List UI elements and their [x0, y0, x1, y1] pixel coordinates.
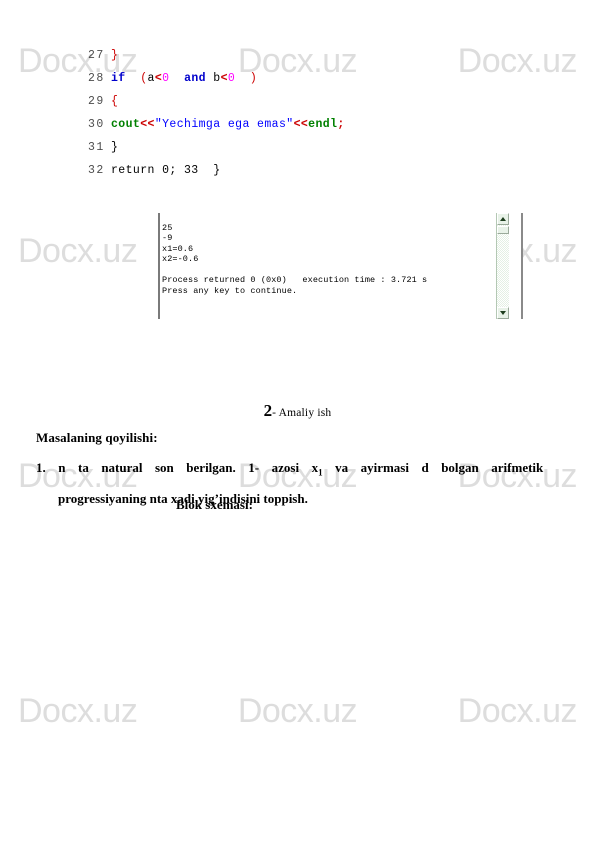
code-token: "Yechimga ega emas"	[154, 118, 294, 131]
problem-statement-line-2: progressiyaning nta xadi yig’indisini to…	[58, 490, 308, 506]
scrollbar-thumb[interactable]	[497, 226, 509, 234]
problem-statement: 1. n ta natural son berilgan. 1- azosi x1 va ayirm…	[36, 455, 556, 512]
console-output-text: 25 -9 x1=0.6 x2=-0.6 Process returned 0 …	[162, 222, 428, 296]
code-line: 31}	[0, 136, 595, 159]
code-token: b	[213, 72, 221, 85]
code-listing: 27} 28 if (a<0 and b<0 ) 29{30 cout<<"Yechim…	[0, 44, 595, 182]
code-line-content: cout<<"Yechimga ega emas"<<endl;	[88, 113, 345, 136]
problem-statement-line-1: 1. n ta natural son berilgan. 1- azosi x1 va ayirm…	[36, 455, 556, 486]
problem-word: 1-	[248, 460, 260, 475]
problem-word: son	[155, 460, 174, 475]
code-line: 30 cout<<"Yechimga ega emas"<<endl;	[0, 113, 595, 136]
triangle-up-icon	[500, 217, 506, 221]
section-subtitle: Masalaning qoyilishi:	[36, 430, 158, 445]
problem-word: ta	[77, 460, 89, 475]
code-token: <<	[140, 118, 155, 131]
code-token: }	[111, 141, 119, 154]
code-line-content: if (a<0 and b<0 )	[88, 67, 257, 90]
code-token: a	[147, 72, 155, 85]
code-line: 32 return 0; 33 }	[0, 159, 595, 182]
code-line-number: 30	[88, 118, 105, 131]
code-token: if	[111, 72, 126, 85]
code-line-content: {	[88, 90, 118, 113]
problem-word: arifmetik	[491, 460, 544, 475]
code-token: cout	[111, 118, 141, 131]
document-page: 27} 28 if (a<0 and b<0 ) 29{30 cout<<"Yechim…	[0, 0, 595, 842]
code-line-content: }	[88, 44, 118, 67]
problem-word: va	[335, 460, 349, 475]
console-left-border	[158, 213, 160, 319]
code-line-number: 29	[88, 95, 105, 108]
code-line-content: }	[88, 136, 118, 159]
code-token: and	[184, 72, 206, 85]
page-title: 2- Amaliy ish	[0, 402, 595, 420]
code-token: endl	[308, 118, 338, 131]
problem-word: berilgan.	[186, 460, 236, 475]
code-token: ;	[337, 118, 345, 131]
code-token: }	[111, 49, 119, 62]
problem-word: azosi	[271, 460, 300, 475]
problem-word: x1	[311, 460, 323, 478]
code-line-number: 27	[88, 49, 105, 62]
problem-word: n	[58, 460, 66, 475]
problem-word: ayirmasi	[360, 460, 409, 475]
problem-word: bolgan	[441, 460, 479, 475]
problem-word: natural	[101, 460, 143, 475]
problem-word: d	[421, 460, 429, 475]
console-right-border	[521, 213, 523, 319]
console-output-window: 25 -9 x1=0.6 x2=-0.6 Process returned 0 …	[158, 213, 523, 319]
problem-word: 1.	[36, 460, 46, 475]
code-line-number: 32	[88, 164, 105, 177]
code-line-number: 28	[88, 72, 105, 85]
code-line: 28 if (a<0 and b<0 )	[0, 67, 595, 90]
code-line: 29 {	[0, 90, 595, 113]
code-token: return 0; 33 }	[111, 164, 221, 177]
page-title-number: 2	[263, 401, 273, 420]
code-line-number: 31	[88, 141, 105, 154]
triangle-down-icon	[500, 311, 506, 315]
page-title-text: - Amaliy ish	[272, 407, 332, 419]
scroll-down-arrow-icon[interactable]	[497, 307, 509, 319]
scroll-up-arrow-icon[interactable]	[497, 213, 509, 225]
code-line: 27}	[0, 44, 595, 67]
code-token: (	[140, 72, 148, 85]
console-vertical-scrollbar[interactable]	[496, 213, 509, 319]
code-token: )	[249, 72, 258, 85]
code-token: <	[220, 72, 228, 85]
code-line-content: return 0; 33 }	[88, 159, 221, 182]
code-token: {	[111, 95, 119, 108]
code-token: <<	[293, 118, 309, 131]
blok-sxemasi-label: Blok sxemasi:	[176, 497, 253, 512]
